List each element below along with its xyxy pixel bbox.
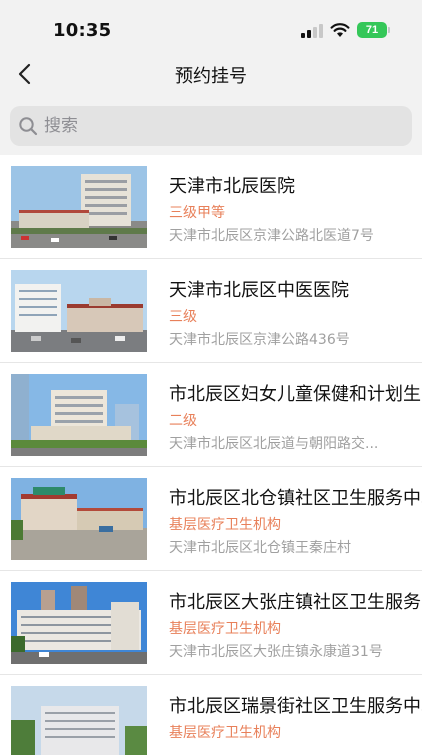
hospital-address: 天津市北辰区北仓镇王秦庄村 [169,540,351,556]
hospital-name: 市北辰区大张庄镇社区卫生服务中心 [169,592,422,613]
hospital-photo [11,478,147,560]
battery-tip [388,27,390,33]
battery-level: 71 [365,24,379,36]
search-bar[interactable] [10,106,412,146]
hospital-list-item[interactable]: 市北辰区大张庄镇社区卫生服务中心 基层医疗卫生机构 天津市北辰区大张庄镇永康道3… [0,571,422,675]
hospital-address: 天津市北辰区京津公路北医道7号 [169,228,374,244]
hospital-list-item[interactable]: 市北辰区北仓镇社区卫生服务中心 基层医疗卫生机构 天津市北辰区北仓镇王秦庄村 [0,467,422,571]
hospital-photo [11,374,147,456]
hospital-list-item[interactable]: 市北辰区妇女儿童保健和计划生育服务中心 二级 天津市北辰区北辰道与朝阳路交... [0,363,422,467]
hospital-name: 天津市北辰医院 [169,176,295,197]
hospital-photo [11,582,147,664]
hospital-photo [11,166,147,248]
search-input[interactable] [44,106,404,146]
status-time: 10:35 [53,20,112,41]
status-bar: 10:35 71 [0,0,422,56]
hospital-address: 天津市北辰区大张庄镇永康道31号 [169,644,383,660]
hospital-level: 三级 [169,309,197,325]
hospital-level: 二级 [169,413,197,429]
hospital-address: 天津市北辰区京津公路436号 [169,332,350,348]
hospital-level: 三级甲等 [169,205,225,221]
page-title: 预约挂号 [175,66,247,87]
hospital-list-item[interactable]: 市北辰区瑞景街社区卫生服务中心 基层医疗卫生机构 [0,675,422,755]
battery-icon: 71 [357,22,387,38]
cellular-signal-icon [301,24,323,38]
hospital-list-item[interactable]: 天津市北辰医院 三级甲等 天津市北辰区京津公路北医道7号 [0,155,422,259]
hospital-photo [11,270,147,352]
navigation-bar: 预约挂号 [0,56,422,94]
hospital-name: 市北辰区妇女儿童保健和计划生育服务中心 [169,384,422,405]
hospital-level: 基层医疗卫生机构 [169,621,281,637]
hospital-level: 基层医疗卫生机构 [169,517,281,533]
hospital-name: 天津市北辰区中医医院 [169,280,349,301]
hospital-address: 天津市北辰区北辰道与朝阳路交... [169,436,379,452]
hospital-list: 天津市北辰医院 三级甲等 天津市北辰区京津公路北医道7号 天津市北辰区中医医院 … [0,155,422,755]
hospital-photo [11,686,147,755]
hospital-name: 市北辰区北仓镇社区卫生服务中心 [169,488,422,509]
search-icon [19,117,38,136]
hospital-name: 市北辰区瑞景街社区卫生服务中心 [169,696,422,717]
hospital-list-item[interactable]: 天津市北辰区中医医院 三级 天津市北辰区京津公路436号 [0,259,422,363]
hospital-level: 基层医疗卫生机构 [169,725,281,741]
wifi-icon [330,23,350,37]
